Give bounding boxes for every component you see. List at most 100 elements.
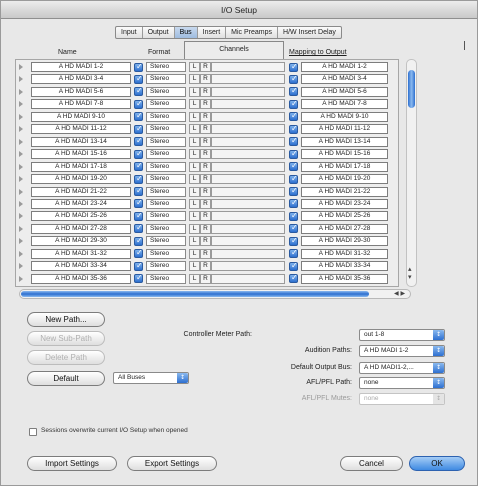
channel-grid-cell[interactable] bbox=[211, 124, 285, 135]
mapping-output-field[interactable]: A HD MADI 5-6 bbox=[301, 86, 388, 97]
mapping-output-field[interactable]: A HD MADI 33-34 bbox=[301, 261, 388, 272]
tab-hw-insert-delay[interactable]: H/W Insert Delay bbox=[278, 27, 341, 38]
afl-pfl-path-popup[interactable]: none ↕ bbox=[359, 377, 445, 389]
path-active-checkbox[interactable] bbox=[134, 74, 143, 84]
path-name-field[interactable]: A HD MADI 13-14 bbox=[31, 136, 131, 147]
channel-left-cell[interactable]: L bbox=[189, 111, 200, 122]
path-active-checkbox[interactable] bbox=[134, 248, 143, 259]
channel-left-cell[interactable]: L bbox=[189, 74, 200, 85]
channel-left-cell[interactable]: L bbox=[189, 149, 200, 160]
channel-right-cell[interactable]: R bbox=[200, 186, 211, 197]
mapping-output-field[interactable]: A HD MADI 27-28 bbox=[301, 223, 388, 234]
path-name-field[interactable]: A HD MADI 1-2 bbox=[31, 62, 131, 72]
channel-left-cell[interactable]: L bbox=[189, 198, 200, 209]
mapping-output-field[interactable]: A HD MADI 7-8 bbox=[301, 99, 388, 110]
mapping-checkbox[interactable] bbox=[289, 273, 298, 284]
path-name-field[interactable]: A HD MADI 23-24 bbox=[31, 198, 131, 209]
expand-triangle-icon[interactable] bbox=[19, 76, 23, 83]
expand-triangle-icon[interactable] bbox=[19, 113, 23, 120]
expand-triangle-icon[interactable] bbox=[19, 126, 23, 133]
channel-grid-cell[interactable] bbox=[211, 99, 285, 110]
delete-path-button[interactable]: Delete Path bbox=[27, 350, 105, 365]
channel-right-cell[interactable]: R bbox=[200, 174, 211, 185]
channel-right-cell[interactable]: R bbox=[200, 74, 211, 85]
mapping-output-field[interactable]: A HD MADI 15-16 bbox=[301, 149, 388, 160]
mapping-output-field[interactable]: A HD MADI 23-24 bbox=[301, 198, 388, 209]
path-active-checkbox[interactable] bbox=[134, 273, 143, 284]
mapping-checkbox[interactable] bbox=[289, 186, 298, 196]
channel-right-cell[interactable]: R bbox=[200, 149, 211, 160]
vertical-scroll-thumb[interactable] bbox=[408, 70, 415, 108]
path-name-field[interactable]: A HD MADI 25-26 bbox=[31, 211, 131, 222]
channel-grid-cell[interactable] bbox=[211, 273, 285, 284]
expand-triangle-icon[interactable] bbox=[19, 151, 23, 158]
channel-left-cell[interactable]: L bbox=[189, 161, 200, 172]
mapping-output-field[interactable]: A HD MADI 29-30 bbox=[301, 236, 388, 247]
mapping-output-field[interactable]: A HD MADI 9-10 bbox=[301, 111, 388, 122]
path-active-checkbox[interactable] bbox=[134, 236, 143, 246]
channel-right-cell[interactable]: R bbox=[200, 236, 211, 247]
horizontal-scrollbar[interactable]: ◀ ▶ bbox=[19, 289, 411, 299]
path-name-field[interactable]: A HD MADI 11-12 bbox=[31, 124, 131, 135]
channel-grid-cell[interactable] bbox=[211, 74, 285, 85]
mapping-output-field[interactable]: A HD MADI 31-32 bbox=[301, 248, 388, 259]
expand-triangle-icon[interactable] bbox=[19, 101, 23, 108]
channel-right-cell[interactable]: R bbox=[200, 198, 211, 209]
tab-output[interactable]: Output bbox=[143, 27, 175, 38]
channel-left-cell[interactable]: L bbox=[189, 124, 200, 135]
path-active-checkbox[interactable] bbox=[134, 124, 143, 134]
path-active-checkbox[interactable] bbox=[134, 161, 143, 172]
channel-right-cell[interactable]: R bbox=[200, 124, 211, 135]
channel-left-cell[interactable]: L bbox=[189, 273, 200, 284]
mapping-checkbox[interactable] bbox=[289, 161, 298, 172]
import-settings-button[interactable]: Import Settings bbox=[27, 456, 117, 471]
channel-right-cell[interactable]: R bbox=[200, 273, 211, 284]
tab-mic-preamps[interactable]: Mic Preamps bbox=[226, 27, 279, 38]
channel-grid-cell[interactable] bbox=[211, 149, 285, 160]
scroll-up-arrow-icon[interactable]: ▴ bbox=[408, 266, 412, 273]
channel-grid-cell[interactable] bbox=[211, 111, 285, 122]
channel-left-cell[interactable]: L bbox=[189, 261, 200, 272]
mapping-output-field[interactable]: A HD MADI 11-12 bbox=[301, 124, 388, 135]
channel-right-cell[interactable]: R bbox=[200, 223, 211, 234]
path-active-checkbox[interactable] bbox=[134, 223, 143, 234]
mapping-checkbox[interactable] bbox=[289, 86, 298, 97]
scroll-left-right-arrows-icon[interactable]: ◀ ▶ bbox=[394, 290, 405, 298]
expand-triangle-icon[interactable] bbox=[19, 213, 23, 220]
mapping-output-field[interactable]: A HD MADI 25-26 bbox=[301, 211, 388, 222]
channel-grid-cell[interactable] bbox=[211, 136, 285, 147]
mapping-output-field[interactable]: A HD MADI 13-14 bbox=[301, 136, 388, 147]
mapping-checkbox[interactable] bbox=[289, 198, 298, 209]
path-name-field[interactable]: A HD MADI 31-32 bbox=[31, 248, 131, 259]
export-settings-button[interactable]: Export Settings bbox=[127, 456, 217, 471]
channel-left-cell[interactable]: L bbox=[189, 236, 200, 247]
channel-grid-cell[interactable] bbox=[211, 161, 285, 172]
channel-right-cell[interactable]: R bbox=[200, 211, 211, 222]
channel-right-cell[interactable]: R bbox=[200, 161, 211, 172]
channel-grid-cell[interactable] bbox=[211, 62, 285, 72]
channel-right-cell[interactable]: R bbox=[200, 136, 211, 147]
expand-triangle-icon[interactable] bbox=[19, 88, 23, 95]
mapping-checkbox[interactable] bbox=[289, 74, 298, 84]
channel-left-cell[interactable]: L bbox=[189, 186, 200, 197]
expand-triangle-icon[interactable] bbox=[19, 225, 23, 232]
path-name-field[interactable]: A HD MADI 29-30 bbox=[31, 236, 131, 247]
title-bar[interactable]: I/O Setup bbox=[1, 1, 477, 19]
scroll-down-arrow-icon[interactable]: ▾ bbox=[408, 274, 412, 281]
path-active-checkbox[interactable] bbox=[134, 261, 143, 271]
default-scope-popup[interactable]: All Buses ↕ bbox=[113, 372, 189, 384]
channel-right-cell[interactable]: R bbox=[200, 261, 211, 272]
path-name-field[interactable]: A HD MADI 9-10 bbox=[31, 111, 131, 122]
channel-grid-cell[interactable] bbox=[211, 236, 285, 247]
path-name-field[interactable]: A HD MADI 21-22 bbox=[31, 186, 131, 197]
path-name-field[interactable]: A HD MADI 3-4 bbox=[31, 74, 131, 85]
tab-input[interactable]: Input bbox=[116, 27, 143, 38]
channel-grid-cell[interactable] bbox=[211, 186, 285, 197]
mapping-checkbox[interactable] bbox=[289, 62, 298, 72]
channel-left-cell[interactable]: L bbox=[189, 211, 200, 222]
ok-button[interactable]: OK bbox=[409, 456, 465, 471]
path-name-field[interactable]: A HD MADI 19-20 bbox=[31, 174, 131, 185]
mapping-output-field[interactable]: A HD MADI 3-4 bbox=[301, 74, 388, 85]
path-name-field[interactable]: A HD MADI 7-8 bbox=[31, 99, 131, 110]
path-active-checkbox[interactable] bbox=[134, 62, 143, 72]
